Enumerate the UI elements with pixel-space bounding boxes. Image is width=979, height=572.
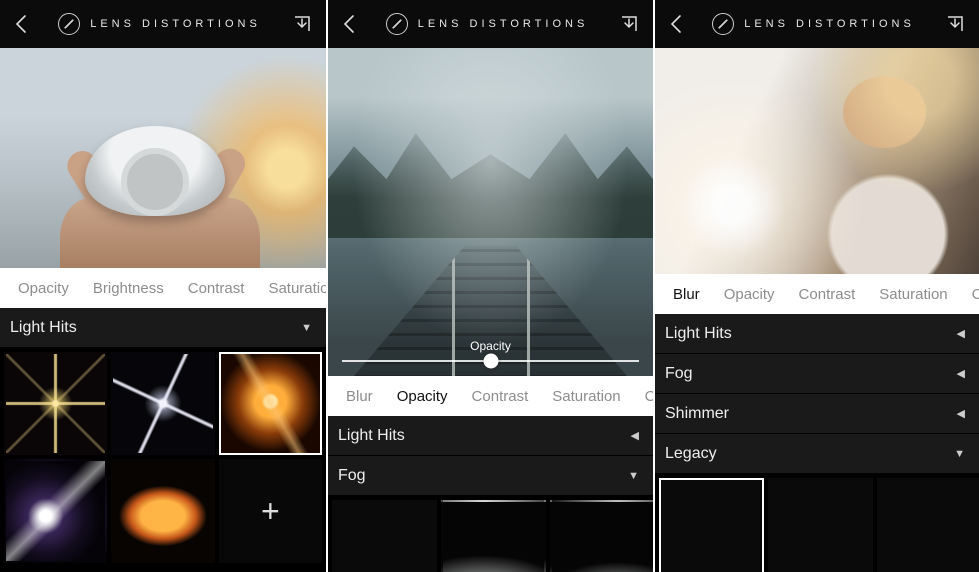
category-label: Light Hits <box>338 427 405 445</box>
chevron-down-icon: ▼ <box>628 470 639 482</box>
effect-thumb[interactable] <box>659 478 764 572</box>
export-button[interactable] <box>619 14 639 34</box>
category-label: Shimmer <box>665 405 729 423</box>
effect-thumb[interactable] <box>877 478 979 572</box>
category-light-hits[interactable]: Light Hits ▼ <box>0 308 326 348</box>
effect-thumb[interactable] <box>111 352 214 455</box>
tab-saturation[interactable]: Saturation <box>540 388 632 405</box>
tab-opacity[interactable]: Opacity <box>385 388 460 405</box>
app-logo-icon <box>58 13 80 35</box>
app-title: LENS DISTORTIONS <box>744 18 915 30</box>
effect-thumb[interactable] <box>332 500 437 572</box>
adjust-tabs: Blur Opacity Contrast Saturation Co <box>655 274 979 314</box>
tab-saturation[interactable]: Saturation <box>867 286 959 303</box>
export-button[interactable] <box>945 14 965 34</box>
chevron-left-icon: ◀ <box>631 429 639 442</box>
slider-track[interactable] <box>342 360 639 362</box>
back-button[interactable] <box>669 14 682 34</box>
effect-thumb[interactable] <box>4 352 107 455</box>
slider-handle[interactable] <box>483 354 498 369</box>
category-label: Fog <box>338 467 366 485</box>
app-logo-icon <box>386 13 408 35</box>
app-header: LENS DISTORTIONS <box>655 0 979 48</box>
effect-thumb[interactable] <box>550 500 653 572</box>
preview-image[interactable] <box>0 48 326 268</box>
tab-more[interactable]: Co <box>633 388 653 405</box>
tab-contrast[interactable]: Contrast <box>787 286 868 303</box>
back-button[interactable] <box>342 14 355 34</box>
adjust-tabs: Blur Opacity Contrast Saturation Co <box>328 376 653 416</box>
category-light-hits[interactable]: Light Hits ◀ <box>655 314 979 354</box>
screen-3: LENS DISTORTIONS Blur Opacity Contrast S… <box>653 0 979 572</box>
effect-thumb[interactable] <box>111 459 214 562</box>
screen-1: LENS DISTORTIONS Opacity Brightness Cont… <box>0 0 326 572</box>
chevron-left-icon: ◀ <box>957 367 965 380</box>
category-legacy[interactable]: Legacy ▼ <box>655 434 979 474</box>
export-button[interactable] <box>292 14 312 34</box>
tab-brightness[interactable]: Brightness <box>81 280 176 297</box>
tab-more[interactable]: Co <box>960 286 979 303</box>
tab-blur[interactable]: Blur <box>334 388 385 405</box>
effect-thumbnails <box>655 474 979 572</box>
category-shimmer[interactable]: Shimmer ◀ <box>655 394 979 434</box>
tab-opacity[interactable]: Opacity <box>6 280 81 297</box>
app-logo-icon <box>712 13 734 35</box>
tab-contrast[interactable]: Contrast <box>176 280 257 297</box>
preview-image[interactable] <box>655 48 979 274</box>
category-label: Legacy <box>665 445 717 463</box>
effect-thumbnails <box>328 496 653 572</box>
effect-thumb[interactable] <box>4 459 107 562</box>
category-label: Light Hits <box>665 325 732 343</box>
category-label: Light Hits <box>10 319 77 337</box>
add-effect-button[interactable]: + <box>219 459 322 562</box>
screen-2: LENS DISTORTIONS Opacity Blur Opacity Co… <box>326 0 653 572</box>
tab-contrast[interactable]: Contrast <box>460 388 541 405</box>
app-header: LENS DISTORTIONS <box>328 0 653 48</box>
opacity-slider[interactable]: Opacity <box>342 339 639 362</box>
app-title: LENS DISTORTIONS <box>90 18 261 30</box>
back-button[interactable] <box>14 14 27 34</box>
effect-thumbnails: + <box>0 348 326 572</box>
effect-thumb[interactable] <box>219 352 322 455</box>
chevron-down-icon: ▼ <box>954 448 965 460</box>
effect-thumb[interactable] <box>441 500 546 572</box>
tab-saturation[interactable]: Saturation <box>256 280 326 297</box>
category-label: Fog <box>665 365 693 383</box>
category-light-hits[interactable]: Light Hits ◀ <box>328 416 653 456</box>
effect-thumb[interactable] <box>768 478 873 572</box>
preview-image[interactable]: Opacity <box>328 48 653 376</box>
chevron-left-icon: ◀ <box>957 327 965 340</box>
category-fog[interactable]: Fog ▼ <box>328 456 653 496</box>
chevron-down-icon: ▼ <box>301 322 312 334</box>
slider-label: Opacity <box>470 339 511 353</box>
chevron-left-icon: ◀ <box>957 407 965 420</box>
tab-blur[interactable]: Blur <box>661 286 712 303</box>
adjust-tabs: Opacity Brightness Contrast Saturation <box>0 268 326 308</box>
tab-opacity[interactable]: Opacity <box>712 286 787 303</box>
app-header: LENS DISTORTIONS <box>0 0 326 48</box>
app-title: LENS DISTORTIONS <box>418 18 589 30</box>
category-fog[interactable]: Fog ◀ <box>655 354 979 394</box>
